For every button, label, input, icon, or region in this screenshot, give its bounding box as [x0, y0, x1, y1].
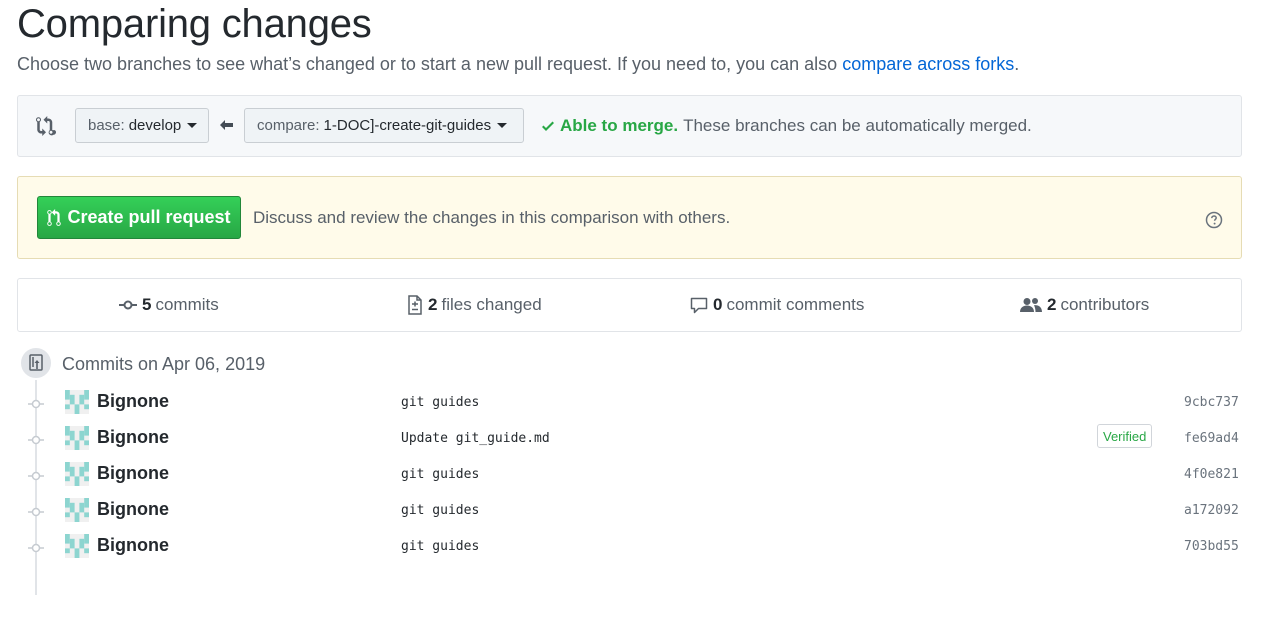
- git-commit-node-icon: [28, 435, 44, 445]
- base-branch-name: develop: [128, 117, 182, 134]
- base-branch-select[interactable]: base: develop: [75, 108, 209, 143]
- commit-author[interactable]: Bignone: [97, 535, 169, 556]
- merge-status: Able to merge. These branches can be aut…: [540, 116, 1032, 136]
- create-pr-description: Discuss and review the changes in this c…: [253, 208, 731, 227]
- compare-icon: [36, 116, 56, 136]
- comparison-summary: 5 commits 2 files changed 0 commit comme…: [17, 278, 1242, 332]
- range-editor: base: develop compare: 1-DOC]-create-git…: [17, 95, 1242, 157]
- commit-row: Bignone git guides 4f0e821: [0, 458, 1269, 494]
- subtitle-text: Choose two branches to see what’s change…: [17, 54, 838, 74]
- identicon-avatar: [65, 426, 89, 450]
- people-icon: [1020, 298, 1042, 312]
- files-label: files changed: [441, 295, 542, 314]
- comments-label: commit comments: [726, 295, 865, 314]
- files-changed-tab[interactable]: 2 files changed: [407, 295, 542, 315]
- identicon-avatar: [65, 390, 89, 414]
- base-label: base:: [88, 117, 125, 134]
- page-title: Comparing changes: [17, 2, 372, 46]
- merge-detail-text: These branches can be automatically merg…: [683, 116, 1032, 135]
- commit-message[interactable]: git guides: [401, 539, 479, 554]
- identicon-avatar: [65, 534, 89, 558]
- arrow-left-icon: [220, 120, 233, 130]
- subtitle-end: .: [1014, 54, 1020, 74]
- commit-group-title: Commits on Apr 06, 2019: [62, 354, 266, 374]
- commit-author[interactable]: Bignone: [97, 463, 169, 484]
- compare-across-forks-link[interactable]: compare across forks: [842, 54, 1014, 74]
- commit-icon: [119, 300, 137, 310]
- file-diff-icon: [408, 295, 422, 315]
- chevron-down-icon: [187, 123, 198, 128]
- contributors-count: 2: [1047, 295, 1057, 314]
- pull-request-icon: [47, 208, 62, 226]
- identicon-avatar: [65, 462, 89, 486]
- files-count: 2: [428, 295, 438, 314]
- chevron-down-icon: [497, 123, 508, 128]
- check-icon: [542, 121, 554, 131]
- compare-branch-select[interactable]: compare: 1-DOC]-create-git-guides: [244, 108, 524, 143]
- commits-tab[interactable]: 5 commits: [119, 295, 219, 315]
- commit-sha[interactable]: 4f0e821: [1184, 467, 1239, 482]
- commit-sha[interactable]: 9cbc737: [1184, 395, 1239, 410]
- repo-push-icon: [19, 346, 53, 380]
- commits-label: commits: [155, 295, 219, 314]
- commit-message[interactable]: git guides: [401, 467, 479, 482]
- identicon-avatar: [65, 498, 89, 522]
- commit-row: Bignone git guides 703bd55: [0, 530, 1269, 566]
- create-pr-notice: Create pull request Discuss and review t…: [17, 176, 1242, 259]
- merge-ok-text: Able to merge.: [560, 116, 679, 135]
- commit-message[interactable]: git guides: [401, 395, 479, 410]
- commit-comments-tab[interactable]: 0 commit comments: [690, 295, 864, 315]
- git-commit-node-icon: [28, 399, 44, 409]
- commit-sha[interactable]: fe69ad4: [1184, 431, 1239, 446]
- commit-message[interactable]: Update git_guide.md: [401, 431, 550, 446]
- question-icon[interactable]: [1205, 211, 1223, 229]
- comment-icon: [690, 297, 708, 313]
- contributors-label: contributors: [1060, 295, 1150, 314]
- verified-badge[interactable]: Verified: [1097, 424, 1153, 448]
- commits-count: 5: [142, 295, 152, 314]
- commit-sha[interactable]: 703bd55: [1184, 539, 1239, 554]
- commit-author[interactable]: Bignone: [97, 499, 169, 520]
- git-commit-node-icon: [28, 543, 44, 553]
- commit-row: Bignone git guides 9cbc737: [0, 386, 1269, 422]
- comments-count: 0: [713, 295, 723, 314]
- commit-sha[interactable]: a172092: [1184, 503, 1239, 518]
- page-subtitle: Choose two branches to see what’s change…: [17, 54, 1019, 75]
- create-pull-request-label: Create pull request: [67, 207, 231, 227]
- commit-author[interactable]: Bignone: [97, 391, 169, 412]
- commit-row: Bignone git guides a172092: [0, 494, 1269, 530]
- git-commit-node-icon: [28, 507, 44, 517]
- compare-label: compare:: [257, 117, 320, 134]
- create-pull-request-button[interactable]: Create pull request: [37, 196, 241, 239]
- commit-author[interactable]: Bignone: [97, 427, 169, 448]
- commit-message[interactable]: git guides: [401, 503, 479, 518]
- contributors-tab[interactable]: 2 contributors: [1020, 295, 1149, 315]
- compare-branch-name: 1-DOC]-create-git-guides: [323, 117, 492, 134]
- git-commit-node-icon: [28, 471, 44, 481]
- commit-row: Bignone Update git_guide.md Verified fe6…: [0, 422, 1269, 458]
